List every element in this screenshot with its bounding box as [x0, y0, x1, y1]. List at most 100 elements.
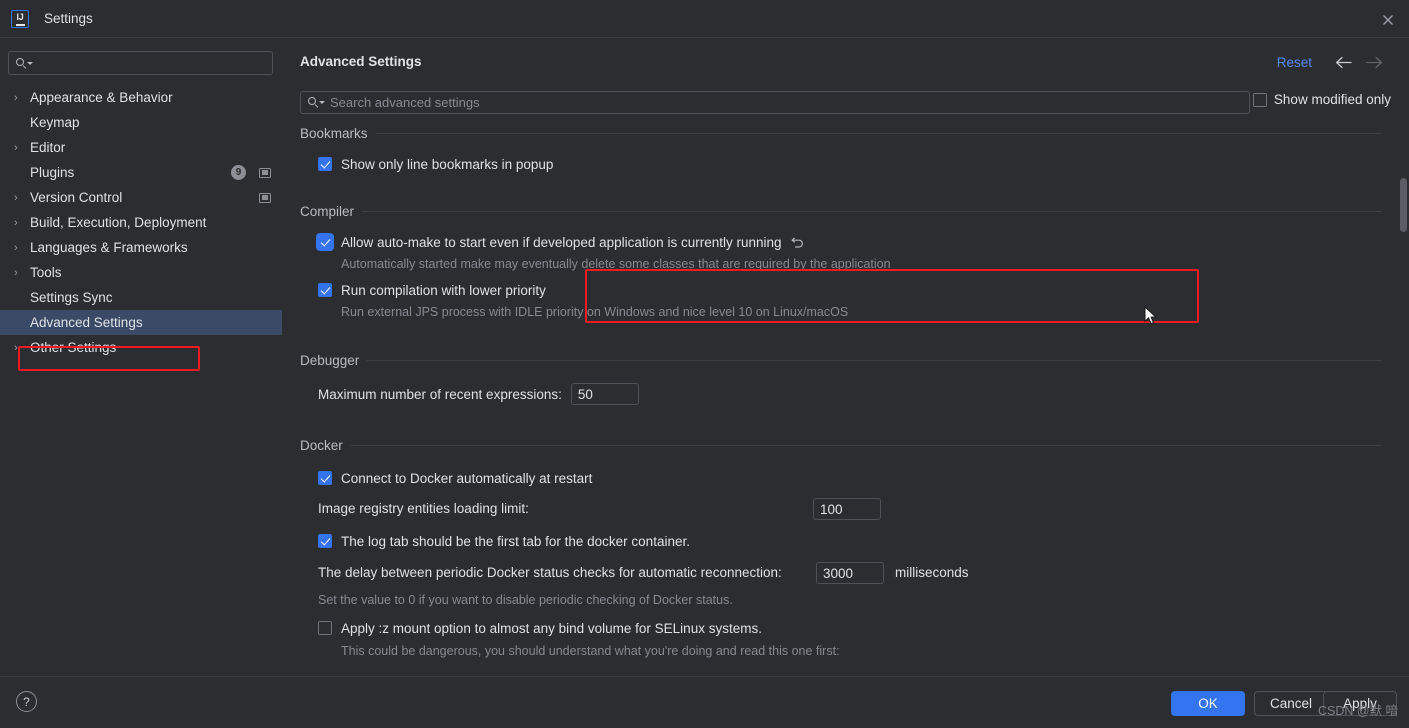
sidebar-item-appearance-behavior[interactable]: › Appearance & Behavior: [0, 85, 282, 110]
field-label: Image registry entities loading limit:: [318, 501, 529, 516]
settings-scroll-area: Bookmarks Show only line bookmarks in po…: [282, 124, 1409, 676]
field-reconnect-delay: The delay between periodic Docker status…: [318, 562, 1381, 584]
field-label: Maximum number of recent expressions:: [318, 386, 562, 402]
project-scope-icon: [259, 167, 271, 178]
sidebar-item-tools[interactable]: › Tools: [0, 260, 282, 285]
window-title: Settings: [44, 11, 93, 26]
settings-tree: ›Appearance & Behavior›Keymap›Editor›Plu…: [0, 85, 282, 360]
chevron-right-icon[interactable]: ›: [14, 92, 30, 104]
field-label: The delay between periodic Docker status…: [318, 565, 782, 580]
settings-sidebar: ›Appearance & Behavior›Keymap›Editor›Plu…: [0, 38, 282, 676]
option-description: Automatically started make may eventuall…: [341, 257, 891, 271]
max-recent-expressions-input[interactable]: 50: [570, 383, 639, 405]
section-divider: [375, 132, 1381, 134]
checkbox-box: [318, 471, 332, 485]
section-docker: Docker Connect to Docker automatically a…: [300, 436, 1381, 658]
checkbox-box: [318, 534, 332, 548]
sidebar-search-input[interactable]: [8, 51, 273, 75]
sidebar-item-editor[interactable]: › Editor: [0, 135, 282, 160]
section-bookmarks: Bookmarks Show only line bookmarks in po…: [300, 124, 1381, 174]
sidebar-item-label: Languages & Frameworks: [30, 240, 188, 255]
section-divider: [362, 210, 1381, 212]
arrow-left-icon[interactable]: [1332, 52, 1354, 72]
reconnect-delay-input[interactable]: 3000: [816, 562, 884, 584]
sidebar-item-label: Plugins: [30, 165, 75, 180]
section-header: Debugger: [300, 351, 1381, 369]
sidebar-item-plugins[interactable]: ›Plugins9: [0, 160, 282, 185]
scrollbar-thumb[interactable]: [1400, 178, 1407, 232]
dialog-footer: ? OK Cancel Apply: [0, 676, 1409, 728]
vertical-scrollbar[interactable]: [1398, 126, 1407, 674]
show-modified-only-label: Show modified only: [1273, 92, 1391, 107]
reconnect-delay-unit: milliseconds: [895, 565, 969, 580]
sidebar-item-languages-frameworks[interactable]: › Languages & Frameworks: [0, 235, 282, 260]
section-header: Compiler: [300, 202, 1381, 220]
cancel-button[interactable]: Cancel: [1254, 691, 1328, 716]
option-show-only-line-bookmarks[interactable]: Show only line bookmarks in popup: [318, 154, 1381, 174]
page-title: Advanced Settings: [300, 54, 422, 69]
option-connect-docker-at-restart[interactable]: Connect to Docker automatically at resta…: [318, 468, 1381, 488]
checkbox-box: [1252, 92, 1267, 107]
section-title: Bookmarks: [300, 125, 368, 141]
revert-icon[interactable]: [791, 235, 805, 250]
chevron-right-icon[interactable]: ›: [14, 217, 30, 229]
section-compiler: Compiler Allow auto-make to start even i…: [300, 202, 1381, 319]
chevron-right-icon[interactable]: ›: [14, 142, 30, 154]
option-run-compilation-lower-priority[interactable]: Run compilation with lower priority: [318, 280, 1381, 300]
chevron-right-icon[interactable]: ›: [14, 242, 30, 254]
section-divider: [367, 359, 1381, 361]
apply-button[interactable]: Apply: [1323, 691, 1397, 716]
settings-dialog: IJ Settings ›Appearance & Behavior›Keyma…: [0, 0, 1409, 728]
option-label: Connect to Docker automatically at resta…: [341, 470, 593, 486]
section-header: Docker: [300, 436, 1381, 454]
advanced-settings-panel: Advanced Settings Reset Search advanced …: [282, 38, 1409, 676]
image-registry-limit-input[interactable]: 100: [813, 498, 881, 520]
sidebar-item-label: Keymap: [30, 115, 80, 130]
section-divider: [350, 444, 1381, 446]
sidebar-item-build-execution-deployment[interactable]: › Build, Execution, Deployment: [0, 210, 282, 235]
search-placeholder: Search advanced settings: [330, 95, 480, 110]
search-icon: [308, 97, 325, 108]
option-selinux-z-mount[interactable]: Apply :z mount option to almost any bind…: [318, 618, 1381, 638]
sidebar-item-label: Tools: [30, 265, 62, 280]
search-icon: [16, 57, 33, 69]
option-label: Run compilation with lower priority: [341, 282, 546, 298]
checkbox-box: [318, 621, 332, 635]
option-label: Show only line bookmarks in popup: [341, 156, 554, 172]
sidebar-item-label: Other Settings: [30, 340, 117, 355]
sidebar-item-label: Version Control: [30, 190, 123, 205]
chevron-right-icon[interactable]: ›: [14, 342, 30, 354]
section-title: Docker: [300, 437, 343, 453]
option-label: Apply :z mount option to almost any bind…: [341, 620, 762, 636]
advanced-settings-search-input[interactable]: Search advanced settings: [300, 91, 1250, 114]
field-max-recent-expressions: Maximum number of recent expressions: 50: [318, 383, 1381, 405]
field-description: Set the value to 0 if you want to disabl…: [318, 593, 733, 607]
close-icon[interactable]: [1377, 9, 1399, 31]
sidebar-item-label: Editor: [30, 140, 66, 155]
option-description: This could be dangerous, you should unde…: [341, 644, 840, 658]
section-header: Bookmarks: [300, 124, 1381, 142]
show-modified-only-checkbox[interactable]: Show modified only: [1252, 92, 1391, 107]
ok-button[interactable]: OK: [1171, 691, 1245, 716]
sidebar-item-other-settings[interactable]: › Other Settings: [0, 335, 282, 360]
sidebar-item-label: Advanced Settings: [30, 315, 143, 330]
reset-link[interactable]: Reset: [1277, 55, 1312, 70]
sidebar-item-settings-sync[interactable]: ›Settings Sync: [0, 285, 282, 310]
option-label: The log tab should be the first tab for …: [341, 533, 690, 549]
sidebar-item-version-control[interactable]: › Version Control: [0, 185, 282, 210]
field-image-registry-limit: Image registry entities loading limit: 1…: [318, 498, 1381, 520]
chevron-right-icon[interactable]: ›: [14, 267, 30, 279]
arrow-right-icon: [1363, 52, 1385, 72]
sidebar-item-label: Appearance & Behavior: [30, 90, 173, 105]
section-title: Debugger: [300, 352, 360, 368]
sidebar-item-advanced-settings[interactable]: ›Advanced Settings: [0, 310, 282, 335]
option-allow-auto-make[interactable]: Allow auto-make to start even if develop…: [318, 232, 1381, 252]
chevron-right-icon[interactable]: ›: [14, 192, 30, 204]
checkbox-box: [318, 157, 332, 171]
section-debugger: Debugger Maximum number of recent expres…: [300, 351, 1381, 405]
option-log-tab-first[interactable]: The log tab should be the first tab for …: [318, 531, 1381, 551]
help-icon[interactable]: ?: [16, 691, 37, 712]
option-description: Run external JPS process with IDLE prior…: [341, 305, 849, 319]
option-label: Allow auto-make to start even if develop…: [341, 234, 782, 250]
sidebar-item-keymap[interactable]: ›Keymap: [0, 110, 282, 135]
